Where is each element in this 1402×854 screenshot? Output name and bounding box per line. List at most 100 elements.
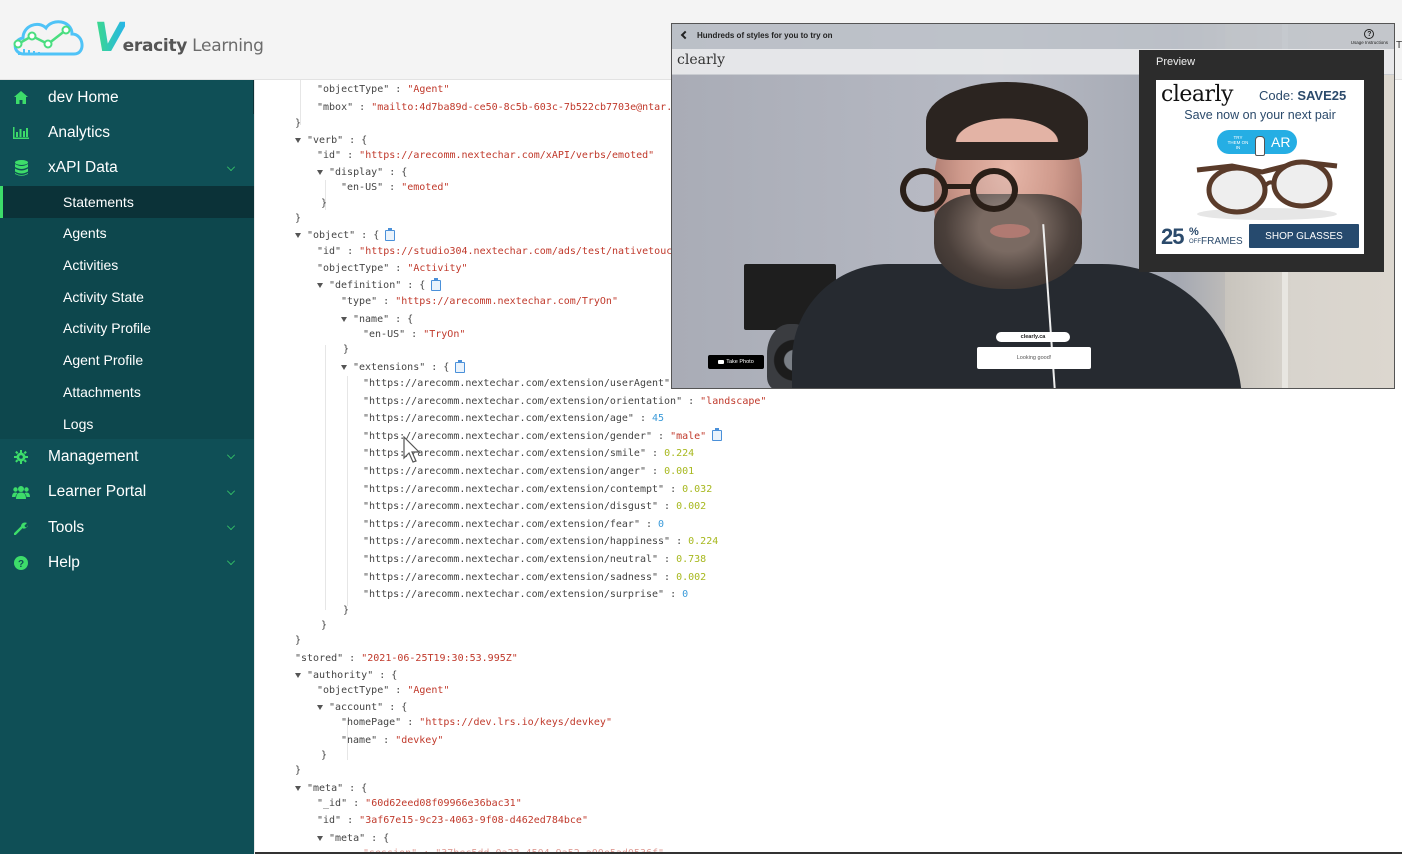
extension-value: 0.738 <box>676 554 707 565</box>
sidebar-subitem-logs[interactable]: Logs <box>0 408 254 440</box>
json-line: } <box>321 620 328 631</box>
json-node-verb[interactable]: "verb" : { <box>295 133 367 149</box>
sidebar-subitem-label: Activity Profile <box>63 320 151 337</box>
copy-clipboard-icon[interactable] <box>455 359 466 373</box>
collapse-triangle-icon[interactable] <box>341 364 347 370</box>
sidebar-subitem-activity-profile[interactable]: Activity Profile <box>0 313 254 345</box>
sidebar-item-learner-portal[interactable]: Learner Portal <box>0 475 254 510</box>
sidebar-subitem-activities[interactable]: Activities <box>0 249 254 281</box>
ar-big-label: AR <box>1271 134 1291 150</box>
sidebar-subitem-statements[interactable]: Statements <box>0 185 254 218</box>
usage-instructions-label: Usage Instructions <box>1350 40 1388 45</box>
sidebar-subitem-label: Activities <box>63 257 119 274</box>
back-chevron-icon[interactable] <box>680 30 690 40</box>
json-line: "id" : "https://arecomm.nextechar.com/xA… <box>317 150 655 161</box>
copy-clipboard-icon[interactable] <box>431 277 442 291</box>
json-node-meta-inner[interactable]: "meta" : { <box>317 831 389 847</box>
collapse-triangle-icon[interactable] <box>295 232 301 238</box>
json-line: } <box>295 765 302 776</box>
extension-value: 0.224 <box>688 536 719 548</box>
collapse-triangle-icon[interactable] <box>317 704 323 710</box>
sidebar-item-label: Learner Portal <box>48 483 147 501</box>
indent-guide <box>325 345 326 610</box>
ad-preview-panel: Preview clearly Code: SAVE25 Save now on… <box>1139 50 1384 272</box>
virtual-glasses-left-lens <box>900 168 948 212</box>
sidebar-subitem-activity-state[interactable]: Activity State <box>0 281 254 313</box>
sidebar-item-analytics[interactable]: Analytics <box>0 115 254 150</box>
cloud-chart-logo-icon <box>13 20 84 56</box>
json-extension-line: "https://arecomm.nextechar.com/extension… <box>363 413 665 425</box>
extension-value: "landscape" <box>700 395 767 407</box>
json-node-extensions[interactable]: "extensions" : { <box>341 359 466 376</box>
json-node-meta[interactable]: "meta" : { <box>295 781 367 797</box>
collapse-triangle-icon[interactable] <box>295 137 301 143</box>
usage-instructions-button[interactable]: ? Usage Instructions <box>1351 29 1388 45</box>
extension-key: https://arecomm.nextechar.com/extension/… <box>369 378 665 389</box>
home-icon <box>12 89 30 107</box>
preview-title: Preview <box>1156 56 1196 68</box>
sidebar-item-management[interactable]: Management <box>0 439 254 474</box>
take-photo-button[interactable]: Take Photo <box>708 355 764 369</box>
json-extension-line: "https://arecomm.nextechar.com/extension… <box>363 571 707 583</box>
json-extension-line: "https://arecomm.nextechar.com/extension… <box>363 554 707 565</box>
extension-key: https://arecomm.nextechar.com/extension/… <box>369 395 677 407</box>
sidebar-subitem-agent-profile[interactable]: Agent Profile <box>0 344 254 376</box>
sidebar-item-label: Analytics <box>48 123 111 141</box>
json-node-definition[interactable]: "definition" : { <box>317 277 442 294</box>
sidebar-subitem-agents[interactable]: Agents <box>0 218 254 250</box>
collapse-triangle-icon[interactable] <box>317 169 323 175</box>
promo-code-label: Code: <box>1259 88 1298 103</box>
sidebar-subitem-label: Logs <box>63 415 94 432</box>
collapse-triangle-icon[interactable] <box>295 785 301 791</box>
extension-key: https://arecomm.nextechar.com/extension/… <box>369 571 652 583</box>
json-extension-line: "https://arecomm.nextechar.com/extension… <box>363 378 671 389</box>
copy-clipboard-icon[interactable] <box>712 428 723 442</box>
json-node-object[interactable]: "object" : { <box>295 227 396 244</box>
json-node-display[interactable]: "display" : { <box>317 165 407 181</box>
sidebar-item-help[interactable]: ? Help <box>0 545 254 580</box>
copy-clipboard-icon[interactable] <box>385 227 396 241</box>
help-circle-icon: ? <box>1364 29 1375 39</box>
clearly-ad[interactable]: clearly Code: SAVE25 Save now on your ne… <box>1156 80 1364 254</box>
sidebar-subitem-label: Agents <box>63 225 107 242</box>
extension-value: 0.002 <box>676 571 707 583</box>
site-pill[interactable]: clearly.ca <box>996 332 1070 342</box>
virtual-glasses-bridge <box>942 184 974 189</box>
video-topbar-title: Hundreds of styles for you to try on <box>697 31 833 40</box>
database-icon <box>12 159 30 177</box>
json-line: "stored" : "2021-06-25T19:30:53.995Z" <box>295 653 518 664</box>
extension-value: 0.002 <box>676 501 707 513</box>
chevron-down-icon <box>227 522 235 530</box>
extension-key: https://arecomm.nextechar.com/extension/… <box>369 483 659 495</box>
xapi-data-submenu: Statements Agents Activities Activity St… <box>0 185 254 440</box>
extension-key: https://arecomm.nextechar.com/extension/… <box>369 518 634 530</box>
sidebar-item-tools[interactable]: Tools <box>0 510 254 545</box>
json-line-partial: "session" : "37bec5dd-0a23-4504-9a52-a00… <box>363 848 665 854</box>
json-node-authority[interactable]: "authority" : { <box>295 668 397 684</box>
mouse-cursor-icon <box>403 436 421 463</box>
json-line: "id" : "https://studio304.nextechar.com/… <box>317 246 697 257</box>
wrench-icon <box>12 519 30 537</box>
json-line: "homePage" : "https://dev.lrs.io/keys/de… <box>341 717 612 728</box>
extension-value: "male" <box>670 430 707 442</box>
sidebar-item-xapi-data[interactable]: xAPI Data <box>0 151 254 186</box>
shop-glasses-button[interactable]: SHOP GLASSES <box>1249 224 1359 248</box>
collapse-triangle-icon[interactable] <box>295 672 301 678</box>
json-node-name[interactable]: "name" : { <box>341 312 413 328</box>
json-line: } <box>343 344 350 355</box>
ad-brand: clearly <box>1161 82 1233 107</box>
help-circle-icon: ? <box>12 554 30 572</box>
json-line: "name" : "devkey" <box>341 735 444 746</box>
json-node-account[interactable]: "account" : { <box>317 700 407 716</box>
sidebar-item-dev-home[interactable]: dev Home <box>0 80 254 115</box>
collapse-triangle-icon[interactable] <box>317 835 323 841</box>
json-line: } <box>321 198 328 209</box>
collapse-triangle-icon[interactable] <box>341 316 347 322</box>
ad-tagline: Save now on your next pair <box>1184 108 1336 122</box>
veracity-learning-logo[interactable]: V eracity Learning <box>10 12 264 64</box>
sidebar-subitem-attachments[interactable]: Attachments <box>0 376 254 408</box>
virtual-glasses-right-lens <box>970 168 1018 212</box>
extension-key: https://arecomm.nextechar.com/extension/… <box>369 536 665 548</box>
json-line: "type" : "https://arecomm.nextechar.com/… <box>341 296 618 307</box>
collapse-triangle-icon[interactable] <box>317 282 323 288</box>
